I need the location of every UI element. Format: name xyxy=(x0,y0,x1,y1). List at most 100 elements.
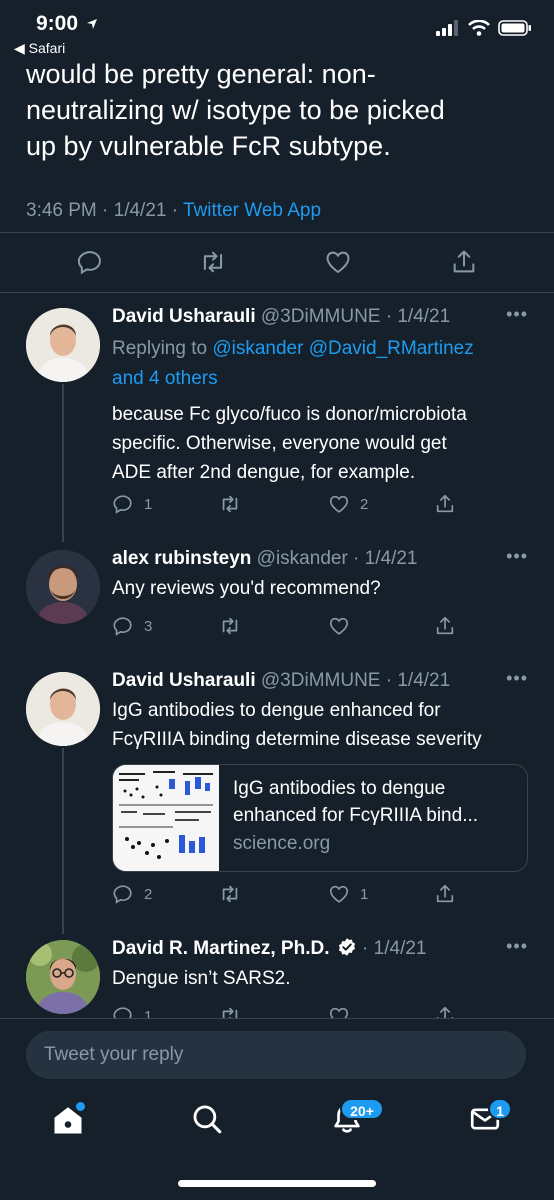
retweet-action[interactable] xyxy=(218,880,252,908)
link-card-title-line: IgG antibodies to dengue xyxy=(233,778,446,799)
link-card[interactable]: IgG antibodies to dengue enhanced for Fc… xyxy=(112,764,528,872)
tweet-text: because Fc glyco/fuco is donor/microbiot… xyxy=(112,400,532,487)
avatar[interactable] xyxy=(26,940,100,1014)
reply-action[interactable]: 1 xyxy=(112,490,152,518)
retweet-action[interactable] xyxy=(218,490,252,518)
main-tweet-line: up by vulnerable FcR subtype. xyxy=(26,131,391,161)
author-name[interactable]: David R. Martinez, Ph.D. xyxy=(112,938,329,959)
tweet-line: IgG antibodies to dengue enhanced for xyxy=(112,700,441,721)
tab-home[interactable] xyxy=(50,1102,90,1142)
tweet-line: FcγRIIIA binding determine disease sever… xyxy=(112,729,482,750)
reply-mentions-link[interactable]: @iskander @David_RMartinez xyxy=(212,338,473,359)
reply-tweet[interactable]: ••• David Usharauli @3DiMMUNE · 1/4/21 I… xyxy=(0,668,554,908)
tweet-line: specific. Otherwise, everyone would get xyxy=(112,433,447,454)
like-action[interactable] xyxy=(328,1002,350,1018)
like-icon xyxy=(329,885,349,903)
share-action[interactable] xyxy=(434,612,456,640)
reply-action[interactable]: 3 xyxy=(112,612,152,640)
wifi-icon xyxy=(468,20,490,36)
signal-icon xyxy=(436,20,458,36)
share-action[interactable] xyxy=(434,1002,456,1018)
replying-to-prefix: Replying to xyxy=(112,338,213,359)
reply-count: 3 xyxy=(144,617,153,635)
main-tweet-actions xyxy=(0,246,554,282)
retweet-action[interactable] xyxy=(218,1002,242,1018)
like-icon[interactable] xyxy=(324,248,352,276)
main-tweet-time: 3:46 PM · 1/4/21 · xyxy=(26,200,184,221)
status-bar: 9:00 ◀ Safari xyxy=(0,0,554,60)
tab-search[interactable] xyxy=(190,1102,230,1142)
reply-composer-bar: Tweet your reply xyxy=(0,1018,554,1079)
share-action[interactable] xyxy=(434,880,456,908)
tweet-actions: 1 xyxy=(112,1002,472,1018)
reply-tweet[interactable]: ••• David R. Martinez, Ph.D. · 1/4/21 De… xyxy=(0,936,554,1018)
reply-icon xyxy=(113,885,132,904)
like-action[interactable]: 1 xyxy=(328,880,368,908)
share-icon xyxy=(436,1006,454,1018)
reply-icon xyxy=(113,617,132,636)
reply-tweet[interactable]: ••• alex rubinsteyn @iskander · 1/4/21 A… xyxy=(0,546,554,646)
link-card-title-line: enhanced for FcγRIIIA bind... xyxy=(233,805,479,826)
tweet-header: alex rubinsteyn @iskander · 1/4/21 xyxy=(112,546,532,572)
tweet-text: IgG antibodies to dengue enhanced for Fc… xyxy=(112,696,532,754)
source-app-link[interactable]: Twitter Web App xyxy=(183,200,321,221)
back-to-safari[interactable]: ◀ Safari xyxy=(14,40,65,57)
tab-messages[interactable]: 1 xyxy=(468,1098,512,1142)
link-card-domain: science.org xyxy=(233,833,331,854)
author-handle-date: · 1/4/21 xyxy=(362,938,427,959)
main-tweet-line: neutralizing w/ isotype to be picked xyxy=(26,95,445,125)
tweet-line: Dengue isn’t SARS2. xyxy=(112,968,291,989)
reply-tweet[interactable]: ••• David Usharauli @3DiMMUNE · 1/4/21 R… xyxy=(0,304,554,522)
avatar[interactable] xyxy=(26,550,100,624)
main-tweet-line: would be pretty general: non- xyxy=(26,59,376,89)
author-handle-date: @iskander · 1/4/21 xyxy=(256,548,418,569)
tweet-text: Any reviews you'd recommend? xyxy=(112,574,532,603)
tab-notifications[interactable]: 20+ xyxy=(330,1098,384,1142)
avatar[interactable] xyxy=(26,672,100,746)
link-card-title: IgG antibodies to dengue enhanced for Fc… xyxy=(233,775,518,829)
tweet-reply-input[interactable]: Tweet your reply xyxy=(26,1031,526,1079)
avatar-photo xyxy=(26,550,100,624)
reply-icon xyxy=(113,1007,132,1018)
share-icon[interactable] xyxy=(450,248,478,276)
home-indicator xyxy=(178,1180,376,1187)
avatar[interactable] xyxy=(26,308,100,382)
messages-badge: 1 xyxy=(488,1098,512,1120)
retweet-icon xyxy=(222,885,238,903)
like-icon xyxy=(329,495,349,513)
tweet-text: Dengue isn’t SARS2. xyxy=(112,964,532,993)
like-action[interactable] xyxy=(328,612,360,640)
reply-count: 1 xyxy=(144,1007,153,1019)
clock: 9:00 xyxy=(36,12,79,35)
main-tweet-text: would be pretty general: non- neutralizi… xyxy=(26,56,526,164)
tweet-header: David Usharauli @3DiMMUNE · 1/4/21 xyxy=(112,304,532,330)
location-arrow-icon xyxy=(86,19,97,29)
battery-icon xyxy=(498,20,531,36)
avatar-photo xyxy=(26,672,100,746)
tweet-header: David Usharauli @3DiMMUNE · 1/4/21 xyxy=(112,668,532,694)
tweet-header: David R. Martinez, Ph.D. · 1/4/21 xyxy=(112,936,532,962)
tweet-actions: 1 2 xyxy=(112,490,472,518)
avatar-photo xyxy=(26,308,100,382)
like-count: 2 xyxy=(360,495,369,513)
like-count: 1 xyxy=(360,885,369,903)
like-icon xyxy=(329,617,349,635)
retweet-icon[interactable] xyxy=(198,248,228,276)
avatar-photo xyxy=(26,940,100,1014)
tweet-actions: 3 xyxy=(112,612,472,640)
share-icon xyxy=(436,884,454,903)
author-name[interactable]: alex rubinsteyn xyxy=(112,548,251,569)
reply-action[interactable]: 1 xyxy=(112,1002,152,1018)
author-name[interactable]: David Usharauli xyxy=(112,306,256,327)
share-icon xyxy=(436,616,454,635)
share-action[interactable] xyxy=(434,490,456,518)
reply-more-link[interactable]: and 4 others xyxy=(112,368,218,389)
like-action[interactable]: 2 xyxy=(328,490,368,518)
reply-count: 2 xyxy=(144,885,153,903)
reply-icon[interactable] xyxy=(76,248,104,276)
author-name[interactable]: David Usharauli xyxy=(112,670,256,691)
retweet-icon xyxy=(222,617,238,635)
reply-action[interactable]: 2 xyxy=(112,880,152,908)
tweet-line: ADE after 2nd dengue, for example. xyxy=(112,462,416,483)
retweet-action[interactable] xyxy=(218,612,252,640)
